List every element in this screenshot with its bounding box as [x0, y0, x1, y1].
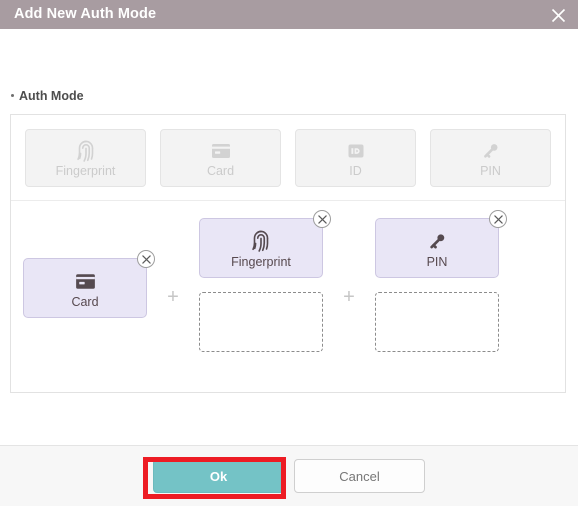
card-icon — [73, 268, 98, 295]
remove-circle-icon[interactable] — [313, 210, 331, 228]
auth-chip-label: Fingerprint — [231, 254, 291, 269]
card-icon — [209, 138, 233, 164]
palette-option-label: ID — [349, 163, 362, 178]
builder-slot-3: PIN — [363, 210, 511, 352]
palette-option-fingerprint[interactable]: Fingerprint — [25, 128, 146, 187]
close-icon — [551, 8, 566, 23]
builder-separator-1: + — [167, 286, 179, 308]
palette-option-label: Card — [206, 163, 235, 178]
cancel-button[interactable]: Cancel — [294, 459, 425, 493]
remove-circle-icon[interactable] — [489, 210, 507, 228]
palette-option-id[interactable]: ID — [295, 128, 416, 187]
remove-circle-icon[interactable] — [137, 250, 155, 268]
auth-chip-pin[interactable]: PIN — [375, 210, 507, 278]
dialog-titlebar: Add New Auth Mode — [0, 0, 578, 29]
fingerprint-icon — [73, 138, 99, 164]
palette-option-pin[interactable]: PIN — [430, 128, 551, 187]
dialog-body: Auth Mode Fingerprint Card ID PIN Card +… — [0, 29, 578, 445]
auth-mode-builder: Card + Fingerprint + PIN — [11, 201, 565, 392]
bullet-icon — [11, 94, 14, 98]
fingerprint-icon — [248, 228, 274, 255]
auth-chip-label: Card — [71, 294, 99, 309]
id-badge-icon — [344, 138, 368, 164]
builder-slot-1: Card — [11, 218, 159, 318]
auth-dropzone-3[interactable] — [375, 292, 499, 352]
builder-separator-2: + — [343, 286, 355, 308]
dialog-title: Add New Auth Mode — [14, 6, 157, 23]
builder-slot-2: Fingerprint — [187, 210, 335, 352]
auth-mode-section-label: Auth Mode — [11, 90, 84, 103]
key-icon — [425, 228, 450, 255]
key-icon — [479, 138, 503, 164]
palette-option-label: Fingerprint — [55, 163, 116, 178]
auth-chip-card[interactable]: Card — [23, 250, 155, 318]
auth-chip-fingerprint[interactable]: Fingerprint — [199, 210, 331, 278]
auth-type-palette: Fingerprint Card ID PIN — [11, 115, 565, 201]
auth-dropzone-2[interactable] — [199, 292, 323, 352]
ok-button[interactable]: Ok — [153, 459, 284, 493]
palette-option-label: PIN — [480, 163, 501, 178]
auth-chip-label: PIN — [426, 254, 448, 269]
auth-mode-panel: Fingerprint Card ID PIN Card + Fingerpri… — [10, 114, 566, 393]
close-button[interactable] — [546, 3, 570, 27]
add-auth-mode-dialog: Add New Auth Mode Auth Mode Fingerprint … — [0, 0, 578, 506]
palette-option-card[interactable]: Card — [160, 128, 281, 187]
auth-mode-label-text: Auth Mode — [19, 89, 84, 103]
dialog-footer: Ok Cancel — [0, 445, 578, 506]
